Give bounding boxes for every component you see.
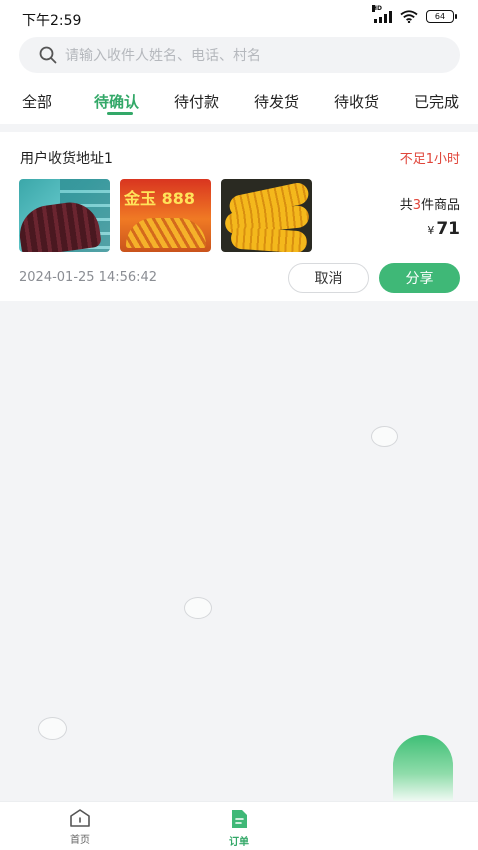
- search-icon: [39, 46, 57, 64]
- tab-pending-receipt[interactable]: 待收货: [334, 91, 379, 112]
- search-input[interactable]: 请输入收件人姓名、电话、村名: [65, 45, 261, 65]
- item-count-number: 3: [412, 198, 421, 213]
- wifi-icon: [400, 10, 418, 23]
- order-status-tabs: 全部 待确认 待付款 待发货 待收货 已完成: [0, 88, 478, 124]
- active-tab-indicator: [107, 112, 133, 115]
- orders-icon: [232, 810, 247, 828]
- status-icons: HD 64: [372, 4, 457, 23]
- cancel-button[interactable]: 取消: [288, 263, 369, 293]
- tab-pending-confirm[interactable]: 待确认: [94, 91, 139, 112]
- product-image-seed-bag[interactable]: 金玉 888: [120, 179, 211, 252]
- item-count: 共3件商品: [399, 198, 460, 213]
- signal-icon: HD: [372, 4, 392, 23]
- nav-orders[interactable]: 订单: [209, 808, 269, 848]
- decorative-bubble: [184, 597, 212, 619]
- order-address: 用户收货地址1: [20, 151, 113, 167]
- price-value: 71: [436, 219, 460, 239]
- battery-icon: 64: [426, 10, 457, 23]
- home-icon: [70, 809, 90, 827]
- share-button[interactable]: 分享: [379, 263, 460, 293]
- bottom-navigation: 首页 订单: [0, 801, 478, 850]
- product-image-yellow-corn[interactable]: [221, 179, 312, 252]
- tab-pending-shipment[interactable]: 待发货: [254, 91, 299, 112]
- status-time: 下午2:59: [22, 13, 82, 29]
- network-label: HD: [372, 4, 383, 12]
- decorative-bubble: [371, 426, 398, 447]
- product-image-purple-corn[interactable]: [19, 179, 110, 252]
- currency-symbol: ¥: [427, 224, 435, 237]
- order-card[interactable]: 用户收货地址1 不足1小时 金玉 888 共3件商品 ¥71 2024-01-2…: [0, 132, 478, 301]
- status-bar: 下午2:59 HD 64: [0, 0, 478, 36]
- floating-action-button[interactable]: [393, 735, 453, 805]
- product-brand-text: 金玉 888: [124, 189, 195, 208]
- decorative-bubble: [38, 717, 67, 740]
- tab-pending-payment[interactable]: 待付款: [174, 91, 219, 112]
- order-price: ¥71: [427, 219, 460, 239]
- order-timestamp: 2024-01-25 14:56:42: [19, 270, 158, 285]
- tab-all[interactable]: 全部: [22, 91, 52, 112]
- order-timer: 不足1小时: [399, 152, 460, 167]
- nav-orders-label: 订单: [229, 837, 249, 848]
- nav-home[interactable]: 首页: [50, 808, 110, 846]
- nav-home-label: 首页: [70, 835, 90, 846]
- search-bar[interactable]: 请输入收件人姓名、电话、村名: [19, 37, 460, 73]
- tab-completed[interactable]: 已完成: [414, 91, 459, 112]
- battery-level: 64: [434, 12, 446, 21]
